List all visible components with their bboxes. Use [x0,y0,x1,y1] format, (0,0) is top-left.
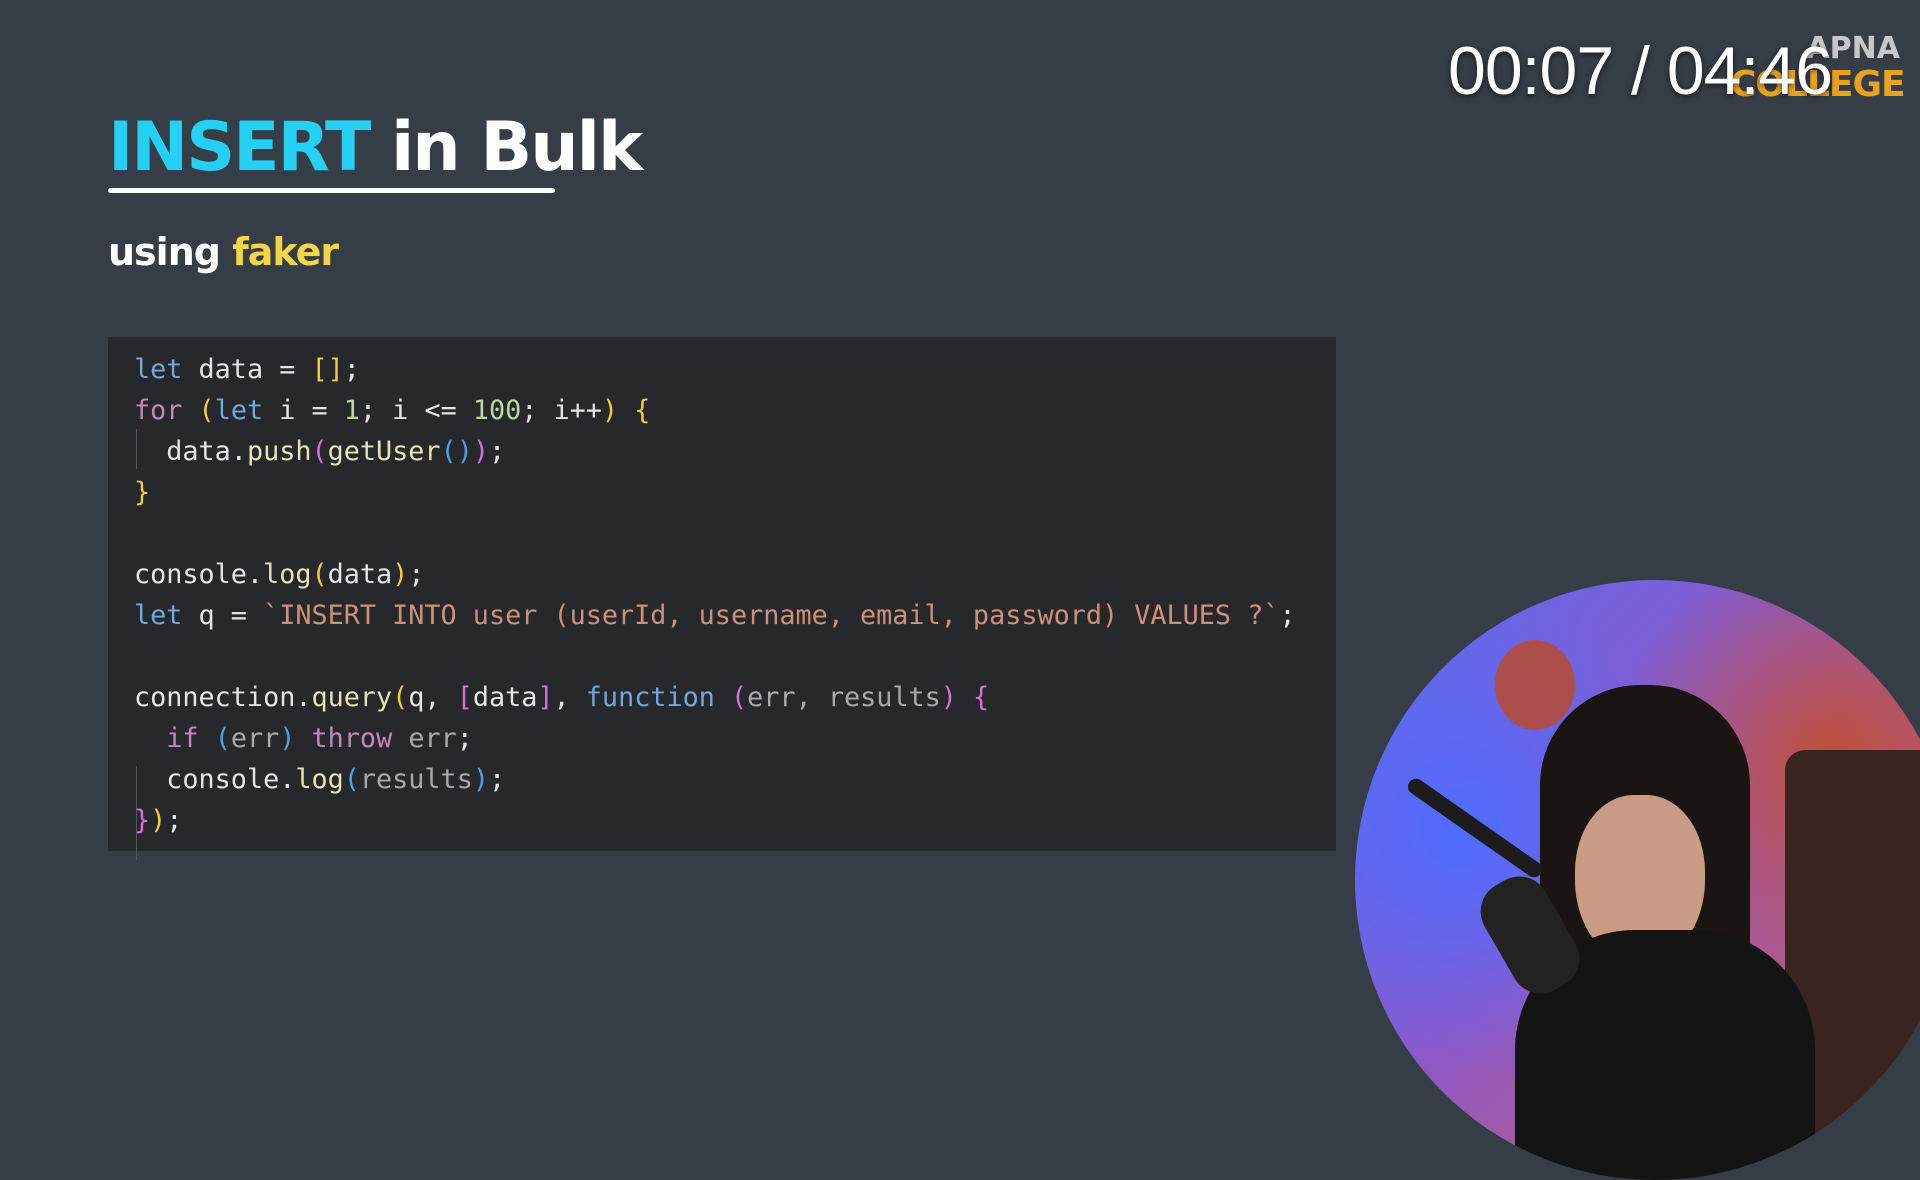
code-token: ( [198,395,215,426]
code-token: log [295,764,344,795]
code-token: data = [182,354,312,385]
code-token: 1 [343,395,360,426]
code-token: ; [456,723,473,754]
code-token: , [553,682,586,713]
code-token: ) [472,436,489,467]
code-line: }); [134,804,182,838]
code-token: data [327,559,393,590]
code-token: query [311,682,393,713]
code-token: `INSERT INTO user (userId, username, ema… [263,600,1280,631]
code-token: q = [182,600,264,631]
code-token: () [440,436,473,467]
code-token: let [134,600,183,631]
code-token: console. [134,764,296,795]
mic-arm [1404,775,1546,881]
code-token: ) [392,559,409,590]
code-token: ] [537,682,554,713]
code-token: [ [456,682,473,713]
code-line: } [134,476,150,510]
slide-subtitle: using faker [108,230,339,274]
background-lamp [1495,640,1575,730]
code-token: ; [166,805,183,836]
code-token: ) [472,764,489,795]
code-token: results [359,764,473,795]
title-keyword: INSERT [108,108,371,187]
code-token: err [230,723,280,754]
subtitle-highlight: faker [232,230,339,274]
code-line: for (let i = 1; i <= 100; i++) { [134,394,650,428]
code-token: ; i <= [359,395,473,426]
code-token: ( [392,682,409,713]
code-token: log [263,559,312,590]
code-token: ; [1279,600,1296,631]
subtitle-prefix: using [108,230,233,274]
code-token: data [472,682,538,713]
code-line: let q = `INSERT INTO user (userId, usern… [134,599,1296,633]
code-token: ; [488,436,506,467]
code-token: ( [731,682,748,713]
code-token: let [134,354,183,385]
video-timestamp: 00:07 / 04:46 [1448,33,1833,109]
code-token: connection. [134,682,312,713]
code-token: let [214,395,264,426]
code-token: { [973,682,990,713]
code-token: for [134,395,183,426]
code-token: ) [279,723,296,754]
code-token: ( [343,764,360,795]
code-token: err [408,723,457,754]
code-token: ) [601,395,619,426]
code-token: console. [134,559,264,590]
code-block: let data = []; for (let i = 1; i <= 100; … [108,337,1336,860]
code-token: ( [311,559,328,590]
code-token: 100 [472,395,522,426]
code-token: } [134,805,151,836]
code-token: push [246,436,312,467]
code-token: if [166,723,199,754]
code-line: console.log(results); [134,763,505,797]
code-token: ; [343,354,360,385]
code-token: data. [134,436,247,467]
code-token: ) [150,805,167,836]
title-rest: in Bulk [369,108,643,187]
code-token: ; [488,764,506,795]
slide-title: INSERT in Bulk [108,108,643,187]
code-line: if (err) throw err; [134,722,473,756]
code-token: } [134,477,151,508]
code-token: q, [408,682,457,713]
code-token: ( [214,723,231,754]
title-underline [108,188,555,193]
code-token: throw [311,723,393,754]
code-token: ; i++ [521,395,602,426]
presenter-webcam [1355,580,1920,1180]
code-line: console.log(data); [134,558,424,592]
code-token: ( [311,436,328,467]
code-token: ) [940,682,957,713]
code-token: [] [311,354,344,385]
code-token: err, results [747,682,941,713]
code-token: function [585,682,715,713]
code-token: ; [408,559,425,590]
code-line: data.push(getUser()); [134,435,505,469]
code-token: getUser [327,436,441,467]
code-token: { [634,395,651,426]
code-line: let data = []; [134,353,360,387]
code-line: connection.query(q, [data], function (er… [134,681,989,715]
code-token: i = [263,395,344,426]
